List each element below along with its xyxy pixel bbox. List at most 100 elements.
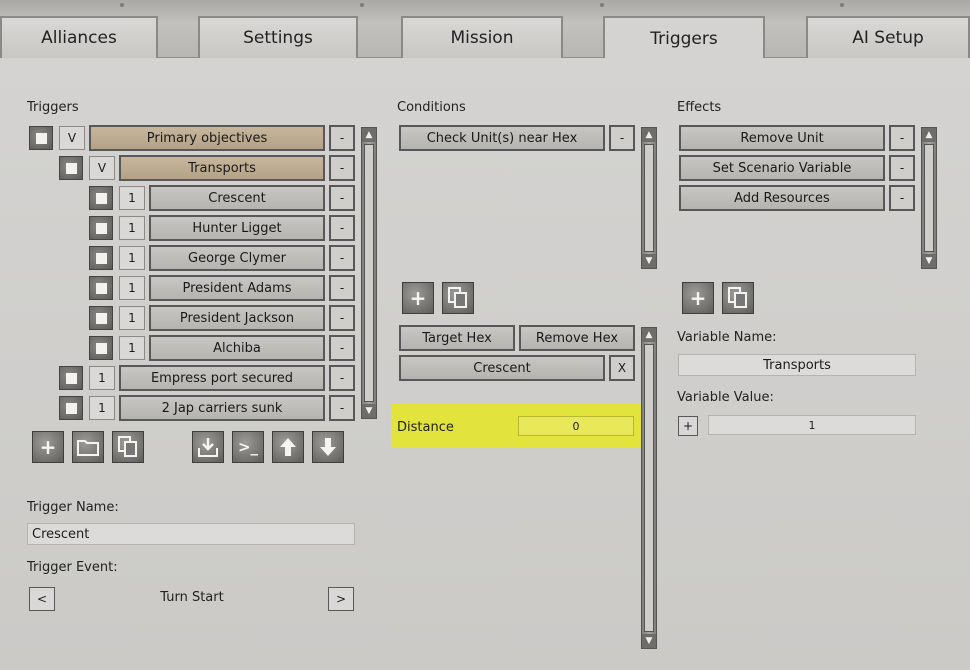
copy-condition-button[interactable] [442, 282, 474, 314]
trigger-expand-badge[interactable]: V [59, 126, 85, 150]
remove-trigger-button[interactable]: - [329, 335, 355, 361]
trigger-count-badge: 1 [119, 216, 145, 240]
variable-value-label: Variable Value: [677, 390, 774, 405]
conditions-scrollbar[interactable]: ▲ ▼ [641, 127, 657, 269]
rivet [360, 3, 364, 7]
trigger-checkbox[interactable] [29, 126, 53, 150]
trigger-name-input[interactable]: Crescent [27, 523, 355, 545]
target-hex-button[interactable]: Target Hex [399, 325, 515, 351]
trigger-checkbox[interactable] [89, 336, 113, 360]
trigger-row-george-clymer[interactable]: George Clymer [149, 245, 325, 271]
remove-effect-button[interactable]: - [889, 125, 915, 151]
trigger-checkbox[interactable] [59, 396, 83, 420]
copy-icon [448, 287, 467, 308]
tab-settings[interactable]: Settings [198, 16, 358, 58]
variable-value-input[interactable]: 1 [708, 415, 916, 435]
trigger-row-crescent[interactable]: Crescent [149, 185, 325, 211]
remove-trigger-button[interactable]: - [329, 155, 355, 181]
trigger-row-primary-objectives[interactable]: Primary objectives [89, 125, 325, 151]
scroll-up-icon[interactable]: ▲ [642, 128, 656, 142]
trigger-checkbox[interactable] [89, 216, 113, 240]
trigger-count-badge: 1 [119, 336, 145, 360]
copy-trigger-button[interactable] [112, 431, 144, 463]
remove-trigger-button[interactable]: - [329, 215, 355, 241]
tab-alliances[interactable]: Alliances [0, 16, 158, 58]
rivet [120, 3, 124, 7]
trigger-checkbox[interactable] [89, 276, 113, 300]
distance-label: Distance [397, 420, 454, 435]
move-down-button[interactable] [312, 431, 344, 463]
remove-trigger-button[interactable]: - [329, 365, 355, 391]
remove-trigger-button[interactable]: - [329, 125, 355, 151]
add-folder-button[interactable] [72, 431, 104, 463]
scroll-thumb[interactable] [924, 144, 934, 252]
trigger-row-transports[interactable]: Transports [119, 155, 325, 181]
add-condition-button[interactable]: + [402, 282, 434, 314]
distance-input[interactable]: 0 [518, 416, 634, 436]
scroll-down-icon[interactable]: ▼ [642, 634, 656, 648]
remove-trigger-button[interactable]: - [329, 245, 355, 271]
event-next-button[interactable]: > [328, 587, 354, 611]
trigger-row-2-jap-carriers-sunk[interactable]: 2 Jap carriers sunk [119, 395, 325, 421]
variable-name-input[interactable]: Transports [678, 354, 916, 376]
clear-hex-button[interactable]: X [609, 355, 635, 381]
trigger-event-label: Trigger Event: [27, 560, 118, 575]
scroll-thumb[interactable] [364, 144, 374, 402]
remove-trigger-button[interactable]: - [329, 395, 355, 421]
tab-ai-setup[interactable]: AI Setup [806, 16, 970, 58]
effects-scrollbar[interactable]: ▲ ▼ [921, 127, 937, 269]
effects-header: Effects [677, 100, 722, 115]
rivet [600, 3, 604, 7]
trigger-count-badge: 1 [89, 366, 115, 390]
remove-effect-button[interactable]: - [889, 185, 915, 211]
variable-value-plus-button[interactable]: + [678, 416, 698, 436]
trigger-row-president-jackson[interactable]: President Jackson [149, 305, 325, 331]
trigger-row-hunter-ligget[interactable]: Hunter Ligget [149, 215, 325, 241]
event-prev-button[interactable]: < [29, 587, 55, 611]
scroll-down-icon[interactable]: ▼ [922, 254, 936, 268]
trigger-row-alchiba[interactable]: Alchiba [149, 335, 325, 361]
remove-hex-button[interactable]: Remove Hex [519, 325, 635, 351]
trigger-checkbox[interactable] [89, 246, 113, 270]
effect-item-remove-unit[interactable]: Remove Unit [679, 125, 885, 151]
condition-params-scrollbar[interactable]: ▲ ▼ [641, 327, 657, 649]
remove-trigger-button[interactable]: - [329, 275, 355, 301]
add-trigger-button[interactable]: + [32, 431, 64, 463]
scroll-thumb[interactable] [644, 344, 654, 632]
remove-trigger-button[interactable]: - [329, 185, 355, 211]
scroll-up-icon[interactable]: ▲ [922, 128, 936, 142]
script-trigger-button[interactable]: >_ [232, 431, 264, 463]
effect-item-add-resources[interactable]: Add Resources [679, 185, 885, 211]
trigger-expand-badge[interactable]: V [89, 156, 115, 180]
copy-icon [118, 436, 137, 457]
trigger-checkbox[interactable] [59, 156, 83, 180]
scroll-down-icon[interactable]: ▼ [642, 254, 656, 268]
scroll-up-icon[interactable]: ▲ [362, 128, 376, 142]
remove-effect-button[interactable]: - [889, 155, 915, 181]
move-up-button[interactable] [272, 431, 304, 463]
remove-trigger-button[interactable]: - [329, 305, 355, 331]
tab-mission[interactable]: Mission [401, 16, 563, 58]
scroll-down-icon[interactable]: ▼ [362, 404, 376, 418]
scroll-thumb[interactable] [644, 144, 654, 252]
trigger-row-president-adams[interactable]: President Adams [149, 275, 325, 301]
remove-condition-button[interactable]: - [609, 125, 635, 151]
trigger-checkbox[interactable] [89, 186, 113, 210]
trigger-checkbox[interactable] [89, 306, 113, 330]
add-effect-button[interactable]: + [682, 282, 714, 314]
trigger-checkbox[interactable] [59, 366, 83, 390]
effect-item-set-scenario-variable[interactable]: Set Scenario Variable [679, 155, 885, 181]
scroll-up-icon[interactable]: ▲ [642, 328, 656, 342]
hex-value-field[interactable]: Crescent [399, 355, 605, 381]
trigger-name-label: Trigger Name: [27, 500, 119, 515]
tab-triggers[interactable]: Triggers [603, 16, 765, 60]
triggers-scrollbar[interactable]: ▲ ▼ [361, 127, 377, 419]
trigger-count-badge: 1 [119, 246, 145, 270]
copy-effect-button[interactable] [722, 282, 754, 314]
copy-icon [728, 287, 747, 308]
plus-icon: + [409, 286, 427, 310]
condition-item-check-unit-near-hex[interactable]: Check Unit(s) near Hex [399, 125, 605, 151]
import-trigger-button[interactable] [192, 431, 224, 463]
trigger-row-empress-port-secured[interactable]: Empress port secured [119, 365, 325, 391]
trigger-count-badge: 1 [119, 276, 145, 300]
